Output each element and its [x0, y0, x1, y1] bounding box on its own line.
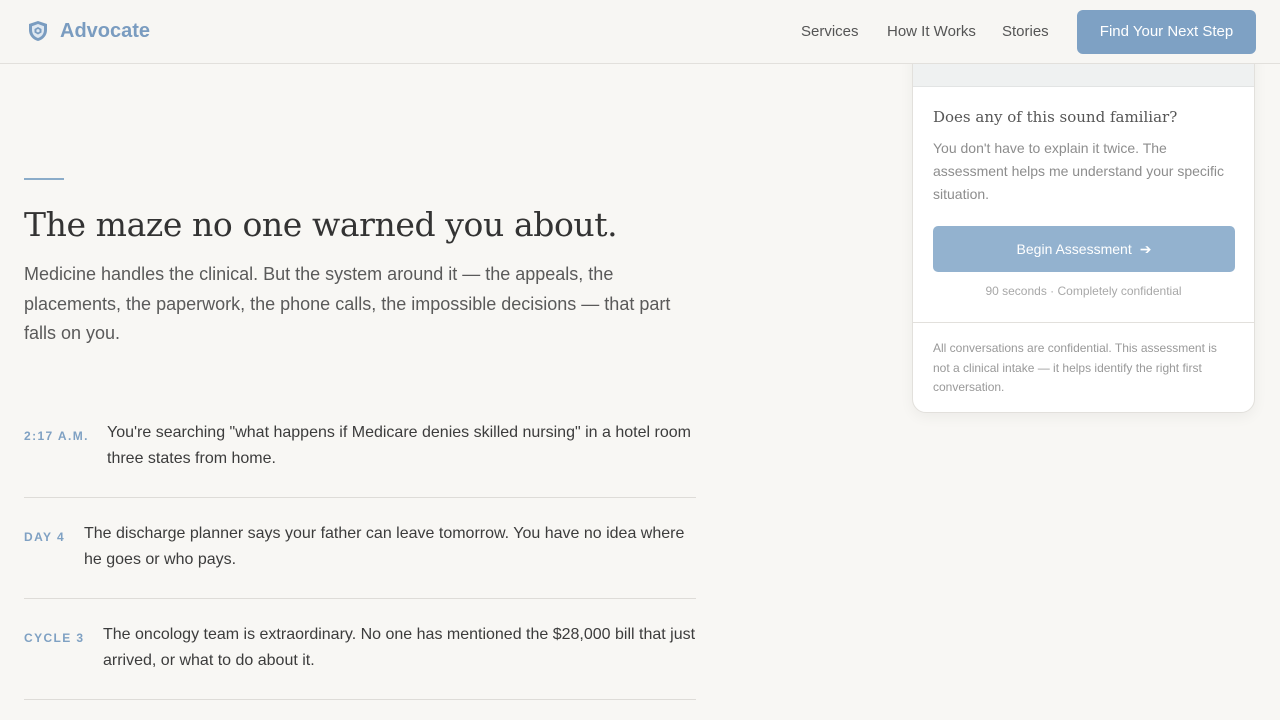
assessment-card: Does any of this sound familiar? You don… — [912, 50, 1255, 413]
brand-name: Advocate — [60, 20, 151, 42]
card-note: 90 seconds · Completely confidential — [985, 284, 1182, 298]
hero-title: The maze no one warned you about. — [24, 205, 618, 244]
site-header: Advocate Services How It Works Stories F… — [0, 0, 1280, 64]
card-divider — [913, 322, 1254, 323]
nav-link-stories[interactable]: Stories — [1002, 23, 1049, 41]
shield-icon — [26, 19, 50, 43]
story-text: The discharge planner says your father c… — [84, 525, 685, 568]
brand-logo[interactable]: Advocate — [26, 19, 150, 43]
story-text: The oncology team is extraordinary. No o… — [103, 626, 696, 669]
story-label: 2:17 A.M. — [24, 429, 89, 443]
story-text: You're searching "what happens if Medica… — [107, 424, 691, 467]
accent-divider — [24, 178, 64, 180]
story-item: DAY 4 The discharge planner says your fa… — [24, 498, 696, 599]
story-item: 2:17 A.M. You're searching "what happens… — [24, 410, 696, 498]
card-description: You don't have to explain it twice. The … — [933, 140, 1225, 202]
hero-subtitle: Medicine handles the clinical. But the s… — [24, 264, 671, 343]
arrow-right-icon: ➔ — [1139, 241, 1152, 257]
begin-assessment-label: Begin Assessment — [1016, 241, 1132, 257]
card-footer-text: All conversations are confidential. This… — [933, 341, 1217, 394]
story-label: DAY 4 — [24, 530, 66, 544]
begin-assessment-button[interactable]: Begin Assessment ➔ — [933, 226, 1235, 272]
card-question: Does any of this sound familiar? — [933, 108, 1178, 126]
find-next-step-button[interactable]: Find Your Next Step — [1077, 10, 1256, 54]
nav-link-services[interactable]: Services — [801, 23, 859, 41]
story-label: CYCLE 3 — [24, 631, 85, 645]
nav-link-how-it-works[interactable]: How It Works — [887, 23, 976, 41]
story-item: CYCLE 3 The oncology team is extraordina… — [24, 599, 696, 700]
